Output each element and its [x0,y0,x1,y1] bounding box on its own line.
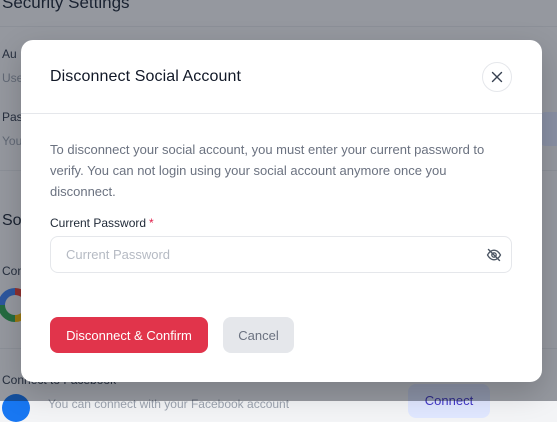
required-asterisk: * [149,216,154,230]
modal-title: Disconnect Social Account [50,68,242,85]
disconnect-confirm-button[interactable]: Disconnect & Confirm [50,317,208,353]
close-button[interactable] [482,62,512,92]
password-label-text: Current Password [50,216,147,230]
modal-body: To disconnect your social account, you m… [50,139,514,273]
close-icon [491,71,503,83]
current-password-input[interactable] [51,237,471,272]
eye-off-icon [486,248,502,262]
cancel-button[interactable]: Cancel [223,317,294,353]
toggle-password-visibility-button[interactable] [486,247,502,263]
modal-description: To disconnect your social account, you m… [50,142,485,199]
disconnect-social-modal: Disconnect Social Account To disconnect … [21,40,542,382]
modal-header: Disconnect Social Account [21,40,542,114]
password-input-wrapper [50,236,512,273]
password-field-label: Current Password * [50,216,514,230]
modal-actions: Disconnect & Confirm Cancel [50,317,294,353]
